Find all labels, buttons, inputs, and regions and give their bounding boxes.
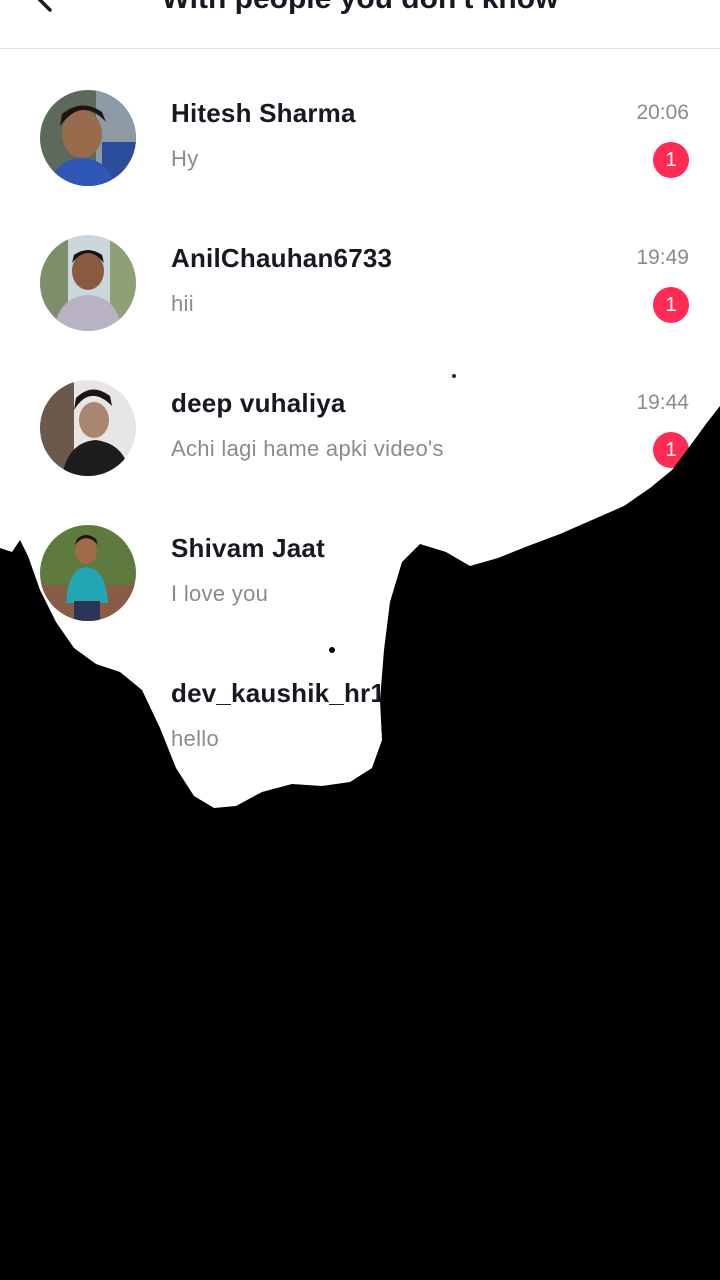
avatar[interactable] [40,380,136,476]
contact-name: dev_kaushik_hr1 [171,678,386,708]
message-preview: I love you [171,581,269,606]
message-time: 19:44 [636,391,689,414]
conversation-list: Hitesh Sharma 20:06 Hy 1 AnilChauhan6733… [0,66,720,791]
avatar[interactable] [40,235,136,331]
message-preview: Achi lagi hame apki video's [171,436,444,461]
conversation-row[interactable]: Shivam Jaat I love you [0,501,720,646]
message-requests-screen: With people you don't know Hitesh Sharma… [0,0,720,1280]
avatar[interactable] [40,670,136,766]
contact-name: Shivam Jaat [171,533,325,563]
message-preview: hello [171,726,219,751]
message-time: 19:49 [636,246,689,269]
message-preview: Hy [171,146,199,171]
avatar[interactable] [40,90,136,186]
conversation-row[interactable]: deep vuhaliya 19:44 Achi lagi hame apki … [0,356,720,501]
message-time: 20:06 [636,101,689,124]
conversation-row[interactable]: dev_kaushik_hr1 hello [0,646,720,791]
unread-badge: 1 [653,432,689,468]
header-bar: With people you don't know [0,0,720,49]
contact-name: deep vuhaliya [171,388,346,418]
message-preview: hii [171,291,194,316]
contact-name: Hitesh Sharma [171,98,356,128]
unread-badge: 1 [653,142,689,178]
conversation-row[interactable]: AnilChauhan6733 19:49 hii 1 [0,211,720,356]
avatar[interactable] [40,525,136,621]
contact-name: AnilChauhan6733 [171,243,393,273]
page-title: With people you don't know [0,0,720,16]
conversation-row[interactable]: Hitesh Sharma 20:06 Hy 1 [0,66,720,211]
unread-badge: 1 [653,287,689,323]
